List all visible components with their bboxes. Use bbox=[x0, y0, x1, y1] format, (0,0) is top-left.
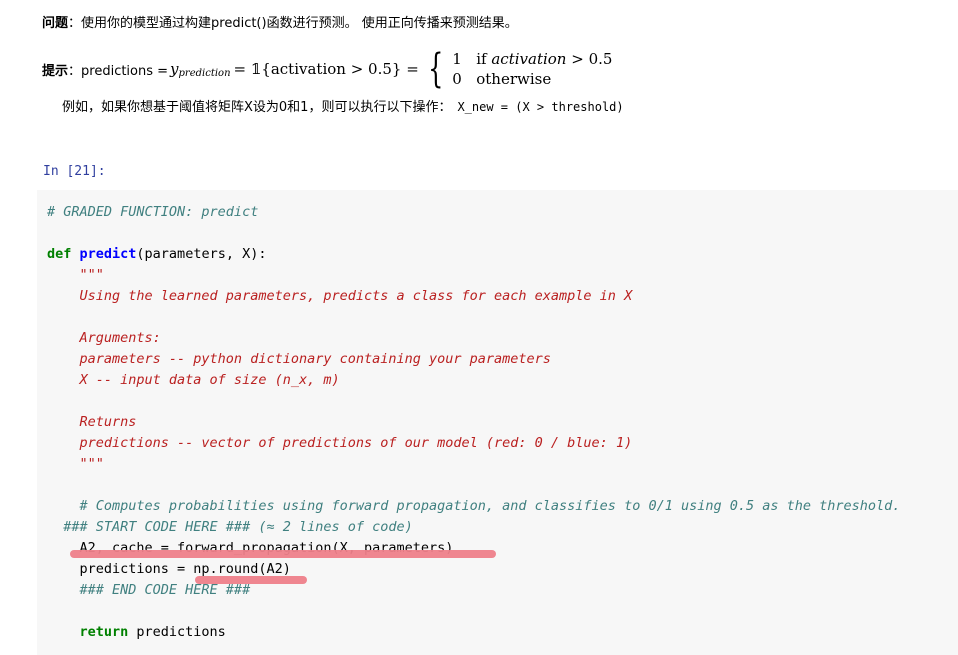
code-line: Returns bbox=[47, 412, 900, 433]
code-token: Using the learned parameters, predicts a… bbox=[47, 288, 633, 304]
code-line: ​ bbox=[47, 223, 900, 244]
code-token: (parameters, X): bbox=[136, 246, 267, 262]
example-text: 例如，如果你想基于阈值将矩阵X设为0和1，则可以执行以下操作： bbox=[62, 100, 452, 115]
code-token: # Computes probabilities using forward p… bbox=[47, 498, 901, 514]
code-line: ​ bbox=[47, 601, 900, 622]
highlight-underline-np-round bbox=[195, 576, 307, 584]
code-line: ​ bbox=[47, 475, 900, 496]
formula-cases: 1 if activation > 0.5 0 otherwise bbox=[452, 49, 612, 89]
code-line: # GRADED FUNCTION: predict bbox=[47, 202, 900, 223]
code-line: X -- input data of size (n_x, m) bbox=[47, 370, 900, 391]
example-inline-code: X_new = (X > threshold) bbox=[457, 100, 624, 114]
code-line: predictions -- vector of predictions of … bbox=[47, 433, 900, 454]
question-paragraph: 问题：使用你的模型通过构建predict()函数进行预测。 使用正向传播来预测结… bbox=[42, 12, 518, 31]
code-token: """ bbox=[47, 456, 104, 472]
code-token: X -- input data of size (n_x, m) bbox=[47, 372, 340, 388]
code-token: predictions -- vector of predictions of … bbox=[47, 435, 633, 451]
prediction-formula: y prediction = 𝟙{activation > 0.5} = { 1i… bbox=[170, 49, 612, 89]
code-line: return predictions bbox=[47, 622, 900, 643]
formula-y-subscript: prediction bbox=[178, 67, 231, 79]
cell-prompt: In [21]: bbox=[43, 164, 106, 179]
code-line: ​ bbox=[47, 391, 900, 412]
code-token: predict bbox=[79, 246, 137, 262]
code-line: ### START CODE HERE ### (≈ 2 lines of co… bbox=[47, 517, 900, 538]
code-cell[interactable]: # GRADED FUNCTION: predict​def predict(p… bbox=[37, 190, 958, 655]
code-token: ### START CODE HERE ### (≈ 2 lines of co… bbox=[47, 519, 413, 535]
hint-paragraph: 提示 ：predictions = y prediction = 𝟙{activat… bbox=[42, 48, 612, 90]
code-token: """ bbox=[47, 267, 104, 283]
formula-brace: { bbox=[427, 46, 444, 92]
case-2-condition: otherwise bbox=[476, 70, 552, 88]
hint-label: 提示 bbox=[42, 63, 69, 79]
code-line: """ bbox=[47, 265, 900, 286]
code-token: ### END CODE HERE ### bbox=[47, 582, 251, 598]
code-line: Using the learned parameters, predicts a… bbox=[47, 286, 900, 307]
case-1-var: activation bbox=[491, 50, 567, 68]
code-line: ### END CODE HERE ### bbox=[47, 580, 900, 601]
code-token: parameters -- python dictionary containi… bbox=[47, 351, 551, 367]
code-line: # Computes probabilities using forward p… bbox=[47, 496, 901, 517]
code-token: predictions = np.round(A2) bbox=[47, 561, 291, 577]
case-1-rest: > 0.5 bbox=[566, 50, 613, 68]
formula-indicator: = 𝟙{activation > 0.5} = bbox=[233, 60, 419, 78]
code-token: # GRADED FUNCTION: predict bbox=[47, 204, 259, 220]
code-token: def bbox=[47, 246, 80, 262]
code-line: """ bbox=[47, 454, 900, 475]
code-line: predictions = np.round(A2) bbox=[47, 559, 900, 580]
question-label: 问题 bbox=[42, 16, 69, 31]
code-token: return bbox=[47, 624, 129, 640]
code-line: def predict(parameters, X): bbox=[47, 244, 900, 265]
case-2-value: 0 bbox=[452, 70, 462, 88]
case-1-if: if bbox=[476, 50, 492, 68]
case-1-value: 1 bbox=[452, 50, 462, 68]
code-token: predictions bbox=[128, 624, 226, 640]
code-line: ​ bbox=[47, 307, 900, 328]
formula-case-1: 1 if activation > 0.5 bbox=[452, 49, 612, 69]
question-text: ：使用你的模型通过构建predict()函数进行预测。 使用正向传播来预测结果。 bbox=[68, 16, 518, 31]
highlight-underline-forward-propagation bbox=[70, 550, 496, 558]
code-editor[interactable]: # GRADED FUNCTION: predict​def predict(p… bbox=[47, 202, 900, 643]
formula-y: y bbox=[170, 60, 179, 78]
hint-text: ：predictions = bbox=[68, 63, 169, 79]
formula-case-2: 0 otherwise bbox=[452, 69, 612, 89]
code-token: Arguments: bbox=[47, 330, 161, 346]
code-token: Returns bbox=[47, 414, 137, 430]
code-line: parameters -- python dictionary containi… bbox=[47, 349, 900, 370]
code-line: Arguments: bbox=[47, 328, 900, 349]
example-paragraph: 例如，如果你想基于阈值将矩阵X设为0和1，则可以执行以下操作： X_new = (… bbox=[62, 96, 624, 115]
